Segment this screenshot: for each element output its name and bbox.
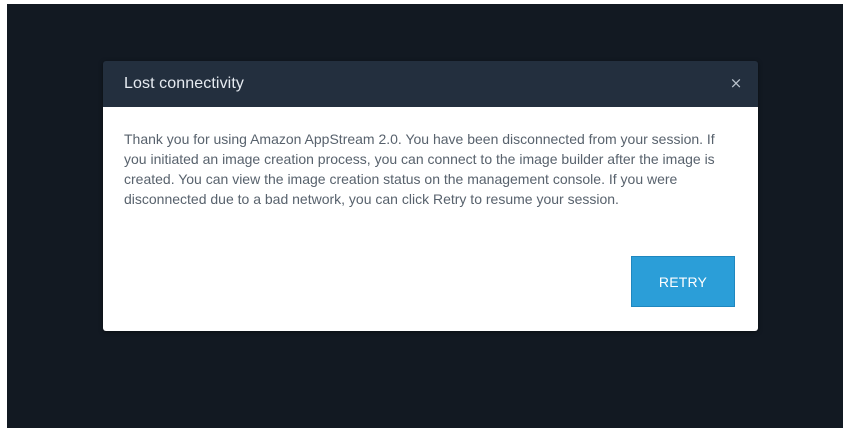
session-backdrop: Lost connectivity × Thank you for using … xyxy=(7,4,843,428)
dialog-message: Thank you for using Amazon AppStream 2.0… xyxy=(124,131,715,207)
close-icon[interactable]: × xyxy=(726,73,746,93)
dialog-header: Lost connectivity × xyxy=(103,61,758,107)
dialog-title: Lost connectivity xyxy=(124,75,244,92)
retry-button[interactable]: RETRY xyxy=(631,256,735,307)
dialog-body: Thank you for using Amazon AppStream 2.0… xyxy=(103,107,758,331)
lost-connectivity-dialog: Lost connectivity × Thank you for using … xyxy=(103,61,758,331)
